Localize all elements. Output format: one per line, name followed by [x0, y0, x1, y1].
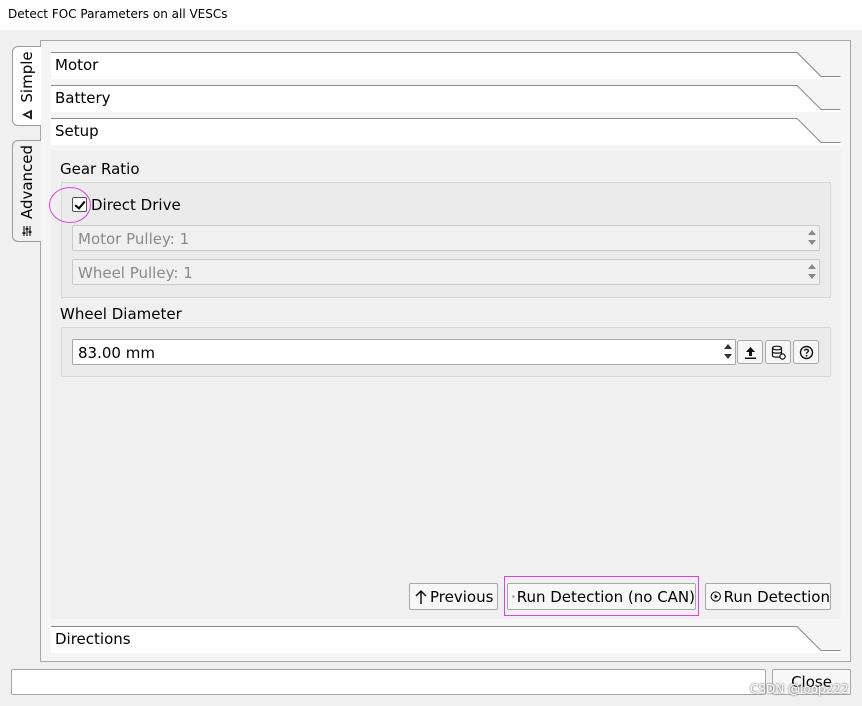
window-title: Detect FOC Parameters on all VESCs [8, 7, 228, 21]
upload-icon [745, 347, 756, 359]
simple-mode-icon [22, 109, 32, 120]
motor-pulley-value: Motor Pulley: 1 [78, 230, 190, 248]
wheel-pulley-spin-arrows[interactable] [805, 260, 819, 284]
watermark: CSDN @loop222 [750, 682, 849, 696]
wheel-diameter-spin-arrows[interactable] [721, 340, 735, 364]
wheel-diameter-value: 83.00 mm [78, 344, 155, 362]
play-circle-icon [710, 591, 721, 602]
section-directions-shape [51, 626, 841, 653]
tab-simple-label: Simple [18, 51, 36, 103]
annotation-rectangle [504, 576, 699, 616]
section-directions[interactable]: Directions [51, 626, 841, 653]
window-titlebar: Detect FOC Parameters on all VESCs [0, 0, 862, 30]
section-battery[interactable]: Battery [51, 85, 841, 112]
section-motor[interactable]: Motor [51, 52, 841, 79]
section-battery-shape [51, 85, 841, 112]
arrow-up-icon [415, 589, 427, 604]
previous-button-label: Previous [430, 587, 494, 606]
wheel-pulley-spinbox[interactable]: Wheel Pulley: 1 [72, 259, 820, 285]
gear-ratio-label: Gear Ratio [60, 160, 140, 178]
tab-simple[interactable]: Simple [12, 46, 41, 126]
section-setup-shape [51, 118, 841, 145]
previous-button[interactable]: Previous [409, 583, 498, 610]
wheel-diameter-help-button[interactable] [793, 340, 819, 364]
tab-advanced-label: Advanced [18, 144, 36, 220]
run-detection-button[interactable]: Run Detection [705, 583, 831, 610]
sliders-icon [22, 226, 32, 237]
section-setup[interactable]: Setup [51, 118, 841, 145]
section-motor-shape [51, 52, 841, 79]
status-field [11, 669, 766, 695]
run-detection-label: Run Detection [723, 587, 830, 606]
section-motor-label: Motor [55, 56, 99, 74]
section-directions-label: Directions [55, 630, 131, 648]
database-gear-icon [771, 345, 786, 360]
help-icon [799, 345, 814, 360]
section-setup-label: Setup [55, 122, 99, 140]
motor-pulley-spin-arrows[interactable] [805, 226, 819, 250]
wheel-diameter-label: Wheel Diameter [60, 305, 182, 323]
tab-advanced[interactable]: Advanced [12, 140, 41, 242]
direct-drive-label[interactable]: Direct Drive [91, 196, 181, 214]
wheel-diameter-upload-button[interactable] [737, 340, 763, 364]
wheel-diameter-database-button[interactable] [765, 340, 791, 364]
annotation-circle [49, 187, 91, 223]
wheel-pulley-value: Wheel Pulley: 1 [78, 264, 193, 282]
motor-pulley-spinbox[interactable]: Motor Pulley: 1 [72, 225, 820, 251]
wheel-diameter-spinbox[interactable]: 83.00 mm [72, 339, 736, 365]
section-battery-label: Battery [55, 89, 111, 107]
